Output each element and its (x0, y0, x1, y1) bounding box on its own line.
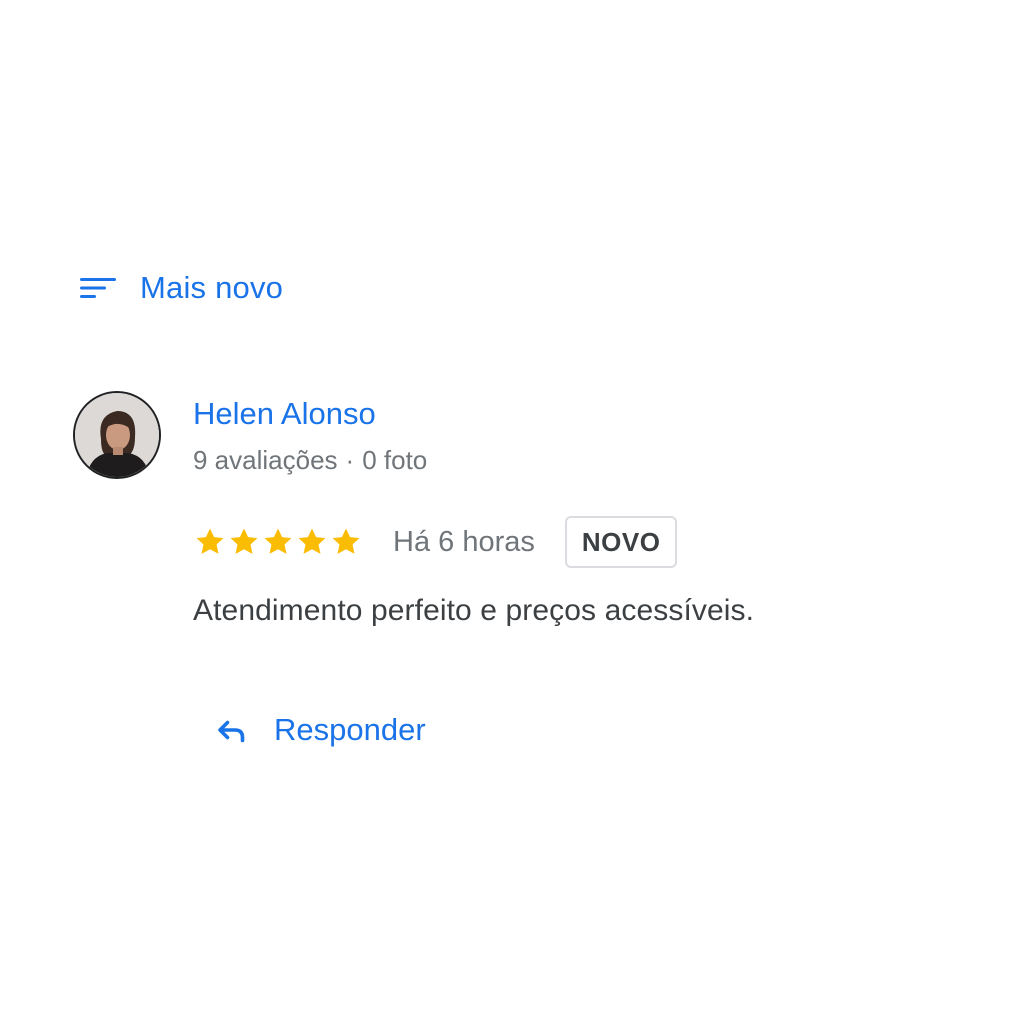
star-filled-icon (196, 528, 224, 554)
author-meta: 9 avaliações · 0 foto (193, 445, 427, 476)
new-badge: NOVO (564, 516, 678, 568)
star-filled-icon (332, 528, 360, 554)
avatar[interactable] (73, 391, 161, 479)
sort-label: Mais novo (140, 270, 284, 305)
review-time: Há 6 horas (393, 525, 535, 558)
author-name[interactable]: Helen Alonso (193, 396, 376, 432)
meta-separator: · (345, 445, 355, 475)
review-count: 9 avaliações (193, 445, 338, 475)
reply-icon (218, 720, 245, 743)
reply-label: Responder (274, 712, 426, 747)
star-filled-icon (230, 528, 258, 554)
sort-icon (80, 276, 116, 300)
star-filled-icon (298, 528, 326, 554)
star-rating (193, 525, 363, 559)
rating-row: Há 6 horas NOVO (193, 514, 678, 570)
avatar-photo (75, 393, 159, 477)
reply-button[interactable]: Responder (204, 698, 436, 762)
star-filled-icon (264, 528, 292, 554)
sort-button[interactable]: Mais novo (72, 262, 291, 314)
photo-count: 0 foto (362, 445, 428, 475)
review-text: Atendimento perfeito e preços acessíveis… (193, 594, 755, 627)
